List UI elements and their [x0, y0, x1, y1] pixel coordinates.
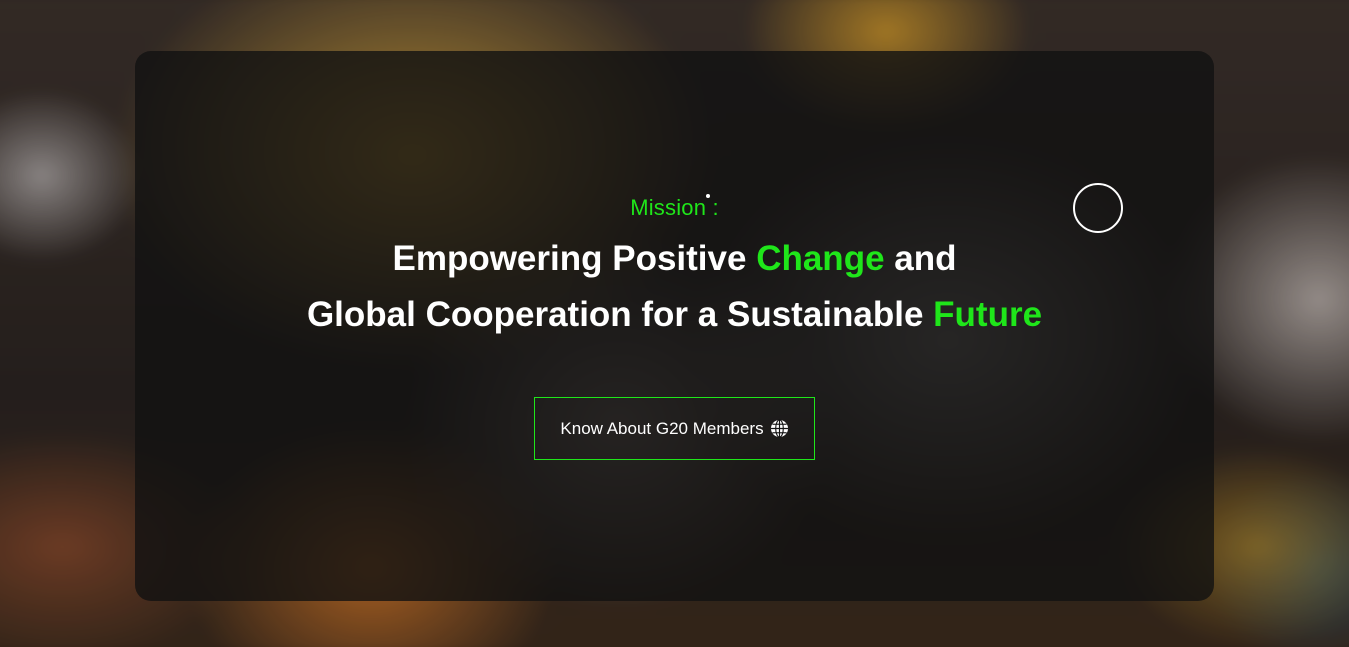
headline-line-2-text: Global Cooperation for a Sustainable: [306, 295, 934, 334]
know-g20-members-button[interactable]: Know About G20 Members: [534, 397, 815, 460]
mission-label: Mission :: [630, 195, 719, 220]
mission-headline: Empowering Positive Change and Global Co…: [135, 231, 1214, 343]
headline-line-1: Empowering Positive Change and: [392, 239, 956, 278]
headline-line-1-text: Empowering Positive: [392, 239, 757, 278]
globe-icon: [770, 419, 789, 438]
headline-highlight-change: Change: [756, 239, 885, 278]
know-g20-members-label: Know About G20 Members: [560, 418, 764, 438]
headline-line-2: Global Cooperation for a Sustainable Fut…: [307, 295, 1042, 334]
headline-line-1-end: and: [884, 239, 957, 278]
mission-card: Mission : Empowering Positive Change and…: [135, 51, 1214, 601]
headline-highlight-future: Future: [933, 295, 1043, 334]
circle-button[interactable]: [1073, 183, 1123, 233]
